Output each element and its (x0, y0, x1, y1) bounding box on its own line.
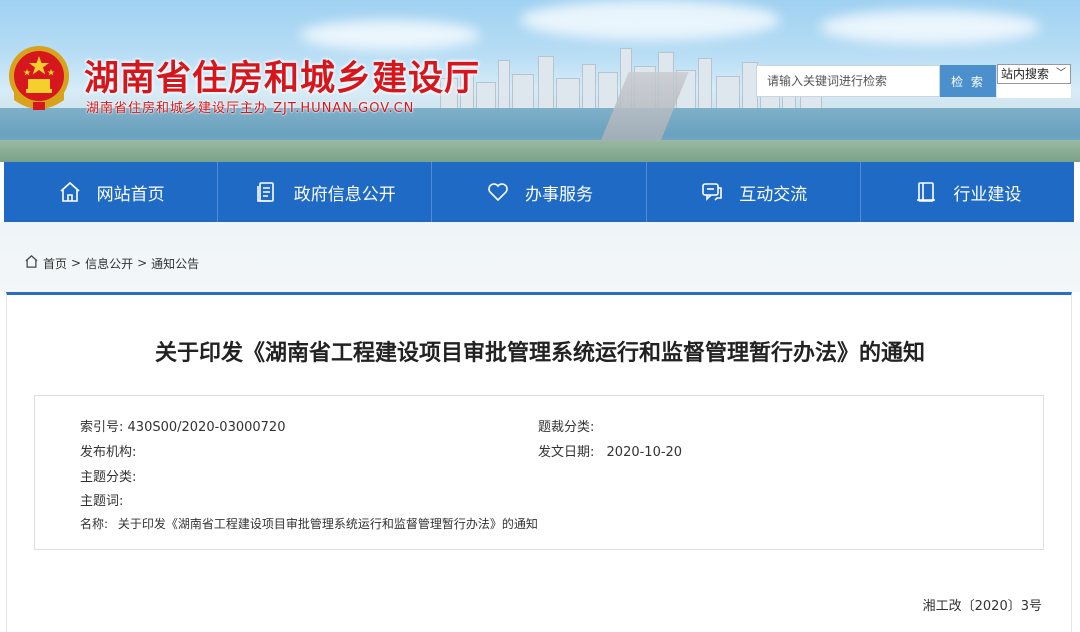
breadcrumb-info-public[interactable]: 信息公开 (85, 255, 133, 272)
banner-greenbelt (0, 140, 1080, 162)
search-scope-select[interactable]: 站内搜索 ﹀ (997, 64, 1071, 84)
nav-item-services[interactable]: 办事服务 (432, 162, 647, 222)
home-icon (57, 179, 83, 205)
search-scope-spacer (997, 84, 1071, 98)
meta-value: 2020-10-20 (606, 445, 683, 460)
header-banner: 湖南省住房和城乡建设厅 湖南省住房和城乡建设厅主办 ZJT.HUNAN.GOV.… (0, 0, 1080, 162)
chat-icon (699, 179, 725, 205)
home-icon (24, 254, 39, 272)
meta-name: 名称: 关于印发《湖南省工程建设项目审批管理系统运行和监督管理暂行办法》的通知 (80, 515, 538, 532)
meta-label: 题裁分类: (538, 420, 595, 435)
meta-label: 主题分类: (80, 470, 137, 485)
meta-date: 发文日期: 2020-10-20 (538, 441, 682, 460)
main-nav: 网站首页 政府信息公开 办事服务 互动交流 行业建设 (4, 162, 1074, 222)
page-title: 关于印发《湖南省工程建设项目审批管理系统运行和监督管理暂行办法》的通知 (154, 341, 925, 366)
breadcrumb: 首页 > 信息公开 > 通知公告 (24, 254, 199, 272)
search-button[interactable]: 检 索 (940, 65, 996, 97)
document-list-icon (254, 179, 280, 205)
site-subtitle: 湖南省住房和城乡建设厅主办 ZJT.HUNAN.GOV.CN (86, 101, 415, 116)
nav-item-label: 互动交流 (739, 184, 808, 205)
nav-item-label: 办事服务 (525, 184, 593, 205)
nav-item-home[interactable]: 网站首页 (4, 162, 219, 222)
breadcrumb-home[interactable]: 首页 (43, 255, 67, 272)
meta-value: 430S00/2020-03000720 (127, 420, 286, 435)
nav-item-gov-info[interactable]: 政府信息公开 (218, 162, 433, 222)
site-title: 湖南省住房和城乡建设厅 (84, 59, 481, 99)
search-input[interactable] (756, 65, 940, 97)
meta-label: 发布机构: (80, 445, 137, 460)
meta-category: 题裁分类: (538, 416, 594, 435)
meta-keywords: 主题词: (80, 490, 123, 509)
breadcrumb-separator: > (137, 256, 148, 270)
nav-item-label: 网站首页 (96, 184, 165, 205)
nav-item-industry[interactable]: 行业建设 (861, 162, 1074, 222)
national-emblem-icon (9, 46, 69, 110)
breadcrumb-separator: > (71, 256, 82, 270)
heart-icon (485, 179, 511, 205)
meta-index: 索引号: 430S00/2020-03000720 (80, 416, 285, 435)
meta-label: 主题词: (80, 494, 124, 509)
banner-cloud (520, 0, 780, 40)
meta-label: 索引号: (80, 420, 124, 435)
nav-item-interaction[interactable]: 互动交流 (647, 162, 861, 222)
meta-value: 关于印发《湖南省工程建设项目审批管理系统运行和监督管理暂行办法》的通知 (117, 517, 538, 531)
book-icon (913, 179, 939, 205)
meta-label: 名称: (80, 517, 109, 531)
meta-topic: 主题分类: (80, 466, 136, 485)
nav-item-label: 政府信息公开 (293, 184, 396, 205)
document-number: 湘工改〔2020〕3号 (922, 599, 1042, 614)
meta-label: 发文日期: (538, 445, 595, 460)
nav-item-label: 行业建设 (953, 184, 1022, 205)
banner-cloud (820, 10, 1040, 44)
chevron-down-icon: ﹀ (1056, 68, 1066, 79)
search-scope-value: 站内搜索 (1001, 67, 1050, 81)
breadcrumb-notices[interactable]: 通知公告 (151, 255, 199, 272)
meta-publisher: 发布机构: (80, 441, 136, 460)
